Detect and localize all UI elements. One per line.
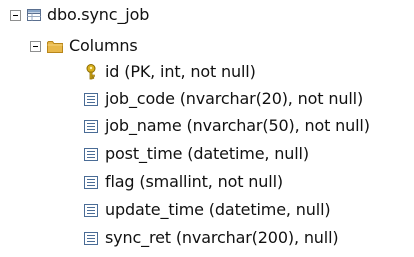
tree-node-column[interactable]: flag (smallint, not null) (84, 171, 283, 193)
column-icon (84, 119, 98, 133)
tree-node-column[interactable]: post_time (datetime, null) (84, 143, 309, 165)
column-label[interactable]: id (PK, int, not null) (105, 61, 256, 83)
column-label[interactable]: sync_ret (nvarchar(200), null) (105, 227, 339, 249)
primary-key-icon (86, 64, 96, 80)
tree-node-column[interactable]: id (PK, int, not null) (84, 61, 256, 83)
column-icon (84, 203, 98, 217)
column-icon (84, 175, 98, 189)
collapse-icon[interactable] (10, 9, 21, 21)
tree-node-table[interactable]: dbo.sync_job (10, 4, 149, 26)
column-label[interactable]: update_time (datetime, null) (105, 199, 331, 221)
folder-icon (47, 40, 63, 53)
column-icon (84, 92, 98, 106)
tree-node-column[interactable]: job_name (nvarchar(50), not null) (84, 115, 370, 137)
column-label[interactable]: flag (smallint, not null) (105, 171, 283, 193)
column-label[interactable]: job_name (nvarchar(50), not null) (105, 115, 370, 137)
tree-node-column[interactable]: job_code (nvarchar(20), not null) (84, 88, 363, 110)
tree-node-column[interactable]: update_time (datetime, null) (84, 199, 331, 221)
object-explorer-tree: dbo.sync_job Columns id (PK, int, not nu… (0, 0, 414, 257)
column-icon (84, 147, 98, 161)
tree-node-columns-folder[interactable]: Columns (30, 35, 138, 57)
table-label[interactable]: dbo.sync_job (47, 4, 149, 26)
folder-label[interactable]: Columns (69, 35, 138, 57)
collapse-icon[interactable] (30, 40, 41, 52)
tree-node-column[interactable]: sync_ret (nvarchar(200), null) (84, 227, 339, 249)
column-icon (84, 231, 98, 245)
column-label[interactable]: post_time (datetime, null) (105, 143, 309, 165)
table-icon (27, 9, 41, 21)
column-label[interactable]: job_code (nvarchar(20), not null) (105, 88, 363, 110)
